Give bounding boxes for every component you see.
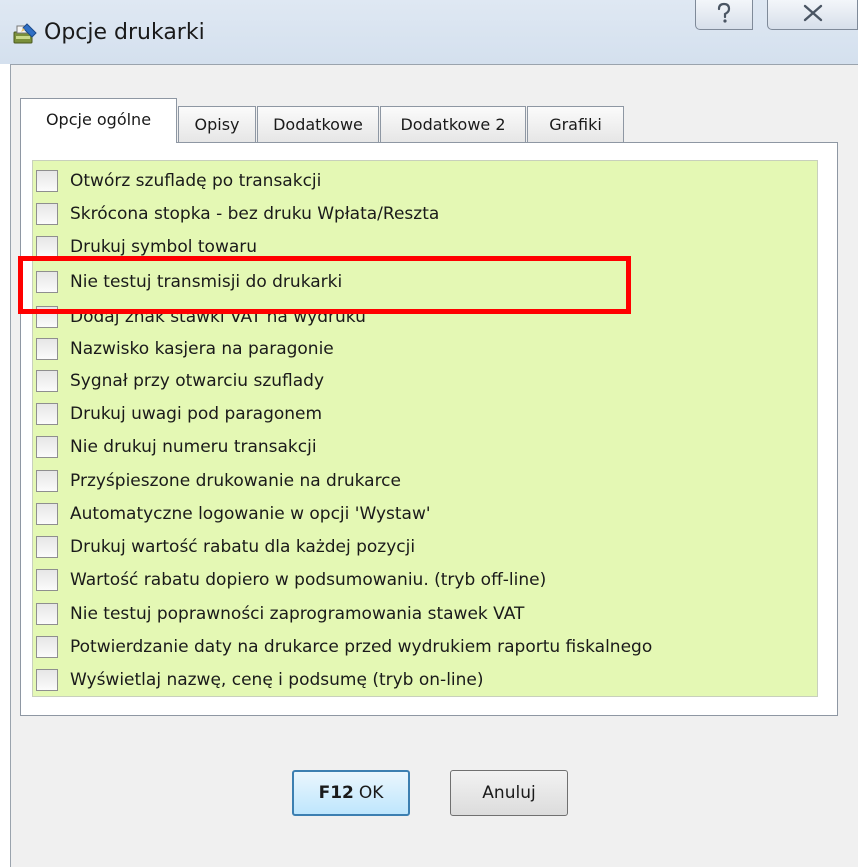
option-row[interactable]: Potwierdzanie daty na drukarce przed wyd… bbox=[36, 633, 652, 661]
option-row[interactable]: Sygnał przy otwarciu szuflady bbox=[36, 367, 324, 395]
ok-label: OK bbox=[358, 783, 384, 803]
checkbox[interactable] bbox=[36, 338, 58, 360]
option-row[interactable]: Nazwisko kasjera na paragonie bbox=[36, 335, 334, 363]
ok-shortcut-key: F12 bbox=[318, 783, 354, 803]
option-row[interactable]: Wyświetlaj nazwę, cenę i podsumę (tryb o… bbox=[36, 666, 484, 694]
tab-dodatkowe[interactable]: Dodatkowe bbox=[257, 106, 379, 142]
option-label: Nazwisko kasjera na paragonie bbox=[70, 339, 334, 359]
option-row[interactable]: Dodaj znak stawki VAT na wydruku bbox=[36, 303, 366, 331]
checkbox[interactable] bbox=[36, 306, 58, 328]
option-row[interactable]: Otwórz szufladę po transakcji bbox=[36, 167, 321, 195]
help-button[interactable] bbox=[695, 0, 753, 30]
cancel-button[interactable]: Anuluj bbox=[450, 770, 568, 816]
close-icon bbox=[802, 3, 824, 27]
option-label: Wyświetlaj nazwę, cenę i podsumę (tryb o… bbox=[70, 670, 484, 690]
checkbox[interactable] bbox=[36, 569, 58, 591]
tab-opisy[interactable]: Opisy bbox=[178, 106, 256, 142]
option-row[interactable]: Automatyczne logowanie w opcji 'Wystaw' bbox=[36, 500, 431, 528]
close-button[interactable] bbox=[767, 0, 858, 30]
checkbox[interactable] bbox=[36, 271, 58, 293]
option-row[interactable]: Drukuj symbol towaru bbox=[36, 233, 257, 261]
checkbox[interactable] bbox=[36, 636, 58, 658]
option-label: Skrócona stopka - bez druku Wpłata/Reszt… bbox=[70, 204, 440, 224]
option-row[interactable]: Drukuj wartość rabatu dla każdej pozycji bbox=[36, 533, 415, 561]
printer-options-window: Opcje drukarki Opcje ogólne Opisy Dodatk… bbox=[0, 0, 858, 867]
option-label: Potwierdzanie daty na drukarce przed wyd… bbox=[70, 637, 653, 657]
checkbox[interactable] bbox=[36, 236, 58, 258]
checkbox[interactable] bbox=[36, 503, 58, 525]
printer-options-icon bbox=[12, 22, 38, 46]
option-label: Drukuj wartość rabatu dla każdej pozycji bbox=[70, 537, 416, 557]
option-label: Automatyczne logowanie w opcji 'Wystaw' bbox=[70, 504, 431, 524]
option-row[interactable]: Nie testuj poprawności zaprogramowania s… bbox=[36, 600, 524, 628]
checkbox[interactable] bbox=[36, 436, 58, 458]
option-row[interactable]: Skrócona stopka - bez druku Wpłata/Reszt… bbox=[36, 200, 439, 228]
cancel-label: Anuluj bbox=[482, 783, 536, 803]
option-row[interactable]: Wartość rabatu dopiero w podsumowaniu. (… bbox=[36, 566, 546, 594]
checkbox[interactable] bbox=[36, 603, 58, 625]
help-icon bbox=[714, 2, 734, 28]
ok-button[interactable]: F12 OK bbox=[292, 770, 410, 816]
checkbox[interactable] bbox=[36, 536, 58, 558]
window-title: Opcje drukarki bbox=[44, 20, 205, 45]
checkbox[interactable] bbox=[36, 170, 58, 192]
option-row[interactable]: Nie drukuj numeru transakcji bbox=[36, 433, 317, 461]
option-label: Wartość rabatu dopiero w podsumowaniu. (… bbox=[70, 570, 547, 590]
option-label: Drukuj symbol towaru bbox=[70, 237, 258, 257]
option-label: Drukuj uwagi pod paragonem bbox=[70, 404, 323, 424]
checkbox[interactable] bbox=[36, 370, 58, 392]
option-label: Dodaj znak stawki VAT na wydruku bbox=[70, 307, 366, 327]
checkbox[interactable] bbox=[36, 470, 58, 492]
checkbox[interactable] bbox=[36, 203, 58, 225]
tab-dodatkowe-2[interactable]: Dodatkowe 2 bbox=[380, 106, 526, 142]
option-row[interactable]: Drukuj uwagi pod paragonem bbox=[36, 400, 322, 428]
option-label: Przyśpieszone drukowanie na drukarce bbox=[70, 471, 401, 491]
checkbox[interactable] bbox=[36, 403, 58, 425]
tab-grafiki[interactable]: Grafiki bbox=[527, 106, 624, 142]
option-label: Sygnał przy otwarciu szuflady bbox=[70, 371, 325, 391]
option-label: Nie testuj poprawności zaprogramowania s… bbox=[70, 604, 525, 624]
checkbox[interactable] bbox=[36, 669, 58, 691]
option-label: Otwórz szufladę po transakcji bbox=[70, 171, 322, 191]
tab-opcje-ogolne[interactable]: Opcje ogólne bbox=[20, 98, 177, 143]
option-row[interactable]: Przyśpieszone drukowanie na drukarce bbox=[36, 467, 401, 495]
option-label: Nie drukuj numeru transakcji bbox=[70, 437, 317, 457]
option-row[interactable]: Nie testuj transmisji do drukarki bbox=[36, 268, 342, 296]
title-bar[interactable]: Opcje drukarki bbox=[0, 0, 858, 64]
option-label: Nie testuj transmisji do drukarki bbox=[70, 272, 343, 292]
